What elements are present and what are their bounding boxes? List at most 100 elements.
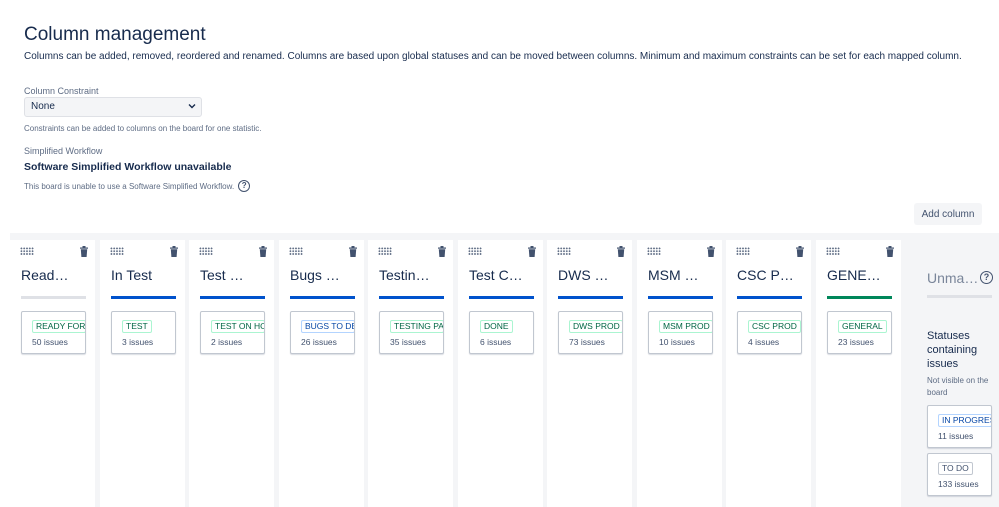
trash-icon[interactable] <box>706 246 716 257</box>
add-column-button[interactable]: Add column <box>914 203 982 225</box>
column-status-bar <box>558 296 623 299</box>
unmapped-column-title: Unma… <box>927 270 979 286</box>
issue-count: 3 issues <box>122 337 154 347</box>
drag-handle-icon[interactable] <box>110 247 124 255</box>
column-name[interactable]: Test … <box>200 267 244 283</box>
issue-count: 35 issues <box>390 337 426 347</box>
issue-count: 50 issues <box>32 337 68 347</box>
board-column[interactable]: Read… READY FOR T 50 issues <box>10 240 95 507</box>
status-lozenge: MSM PROD <box>659 320 712 333</box>
column-constraint-label: Column Constraint <box>24 86 99 96</box>
board-column[interactable]: DWS … DWS PROD 73 issues <box>547 240 632 507</box>
drag-handle-icon[interactable] <box>378 247 392 255</box>
unmapped-note: Not visible on the board <box>927 376 989 397</box>
column-status-bar <box>648 296 713 299</box>
column-status-bar <box>827 296 892 299</box>
status-card[interactable]: TO DO 133 issues <box>927 453 992 496</box>
trash-icon[interactable] <box>795 246 805 257</box>
trash-icon[interactable] <box>616 246 626 257</box>
board-column[interactable]: In Test TEST 3 issues <box>100 240 185 507</box>
board-column[interactable]: CSC P… CSC PROD 4 issues <box>726 240 811 507</box>
status-lozenge: DONE <box>480 320 513 333</box>
drag-handle-icon[interactable] <box>289 247 303 255</box>
board-column[interactable]: Bugs … BUGS TO DEV 26 issues <box>279 240 364 507</box>
board-column[interactable]: Test C… DONE 6 issues <box>458 240 543 507</box>
drag-handle-icon[interactable] <box>557 247 571 255</box>
status-card[interactable]: TEST ON HO 2 issues <box>200 311 265 354</box>
issue-count: 10 issues <box>659 337 695 347</box>
status-card[interactable]: DONE 6 issues <box>469 311 534 354</box>
issue-count: 23 issues <box>838 337 874 347</box>
trash-icon[interactable] <box>437 246 447 257</box>
unmapped-status-bar <box>927 295 992 298</box>
question-circle-icon[interactable]: ? <box>980 271 993 284</box>
column-status-bar <box>737 296 802 299</box>
board-column[interactable]: GENE… GENERAL 23 issues <box>816 240 901 507</box>
status-lozenge: BUGS TO DEV <box>301 320 354 333</box>
question-circle-icon[interactable]: ? <box>238 180 251 192</box>
column-name[interactable]: Testin… <box>379 267 430 283</box>
simplified-workflow-title: Software Simplified Workflow unavailable <box>24 161 232 173</box>
trash-icon[interactable] <box>169 246 179 257</box>
issue-count: 6 issues <box>480 337 512 347</box>
column-status-bar <box>200 296 265 299</box>
trash-icon[interactable] <box>79 246 89 257</box>
column-constraint-value: None <box>31 101 55 112</box>
unmapped-heading: Statuses containing issues <box>927 330 978 370</box>
status-card[interactable]: TESTING PAS 35 issues <box>379 311 444 354</box>
trash-icon[interactable] <box>885 246 895 257</box>
unmapped-statuses-column: Unma… ? Statuses containing issues Not v… <box>917 240 999 507</box>
status-card[interactable]: MSM PROD 10 issues <box>648 311 713 354</box>
drag-handle-icon[interactable] <box>20 247 34 255</box>
drag-handle-icon[interactable] <box>826 247 840 255</box>
status-lozenge: IN PROGRESS <box>938 414 991 427</box>
column-constraint-select[interactable]: None <box>24 97 202 117</box>
column-name[interactable]: CSC P… <box>737 267 794 283</box>
column-name[interactable]: GENE… <box>827 267 881 283</box>
status-card[interactable]: BUGS TO DEV 26 issues <box>290 311 355 354</box>
column-status-bar <box>379 296 444 299</box>
column-name[interactable]: Test C… <box>469 267 523 283</box>
status-lozenge: READY FOR T <box>32 320 85 333</box>
simplified-workflow-note-text: This board is unable to use a Software S… <box>24 181 235 191</box>
status-lozenge: TEST <box>122 320 152 333</box>
issue-count: 133 issues <box>938 479 979 489</box>
column-status-bar <box>290 296 355 299</box>
drag-handle-icon[interactable] <box>736 247 750 255</box>
column-name[interactable]: Read… <box>21 267 68 283</box>
status-card[interactable]: READY FOR T 50 issues <box>21 311 86 354</box>
status-card[interactable]: GENERAL 23 issues <box>827 311 892 354</box>
status-lozenge: CSC PROD <box>748 320 801 333</box>
trash-icon[interactable] <box>348 246 358 257</box>
constraint-help-text: Constraints can be added to columns on t… <box>24 124 262 133</box>
drag-handle-icon[interactable] <box>199 247 213 255</box>
board-column[interactable]: MSM … MSM PROD 10 issues <box>637 240 722 507</box>
status-lozenge: TO DO <box>938 462 973 475</box>
column-status-bar <box>21 296 86 299</box>
page-title: Column management <box>24 24 206 45</box>
column-board: Read… READY FOR T 50 issues In Test TEST… <box>10 233 999 507</box>
trash-icon[interactable] <box>258 246 268 257</box>
column-name[interactable]: DWS … <box>558 267 609 283</box>
status-lozenge: TESTING PAS <box>390 320 443 333</box>
status-card[interactable]: DWS PROD 73 issues <box>558 311 623 354</box>
drag-handle-icon[interactable] <box>647 247 661 255</box>
drag-handle-icon[interactable] <box>468 247 482 255</box>
column-name[interactable]: MSM … <box>648 267 699 283</box>
issue-count: 73 issues <box>569 337 605 347</box>
simplified-workflow-note: This board is unable to use a Software S… <box>24 180 251 192</box>
status-card[interactable]: TEST 3 issues <box>111 311 176 354</box>
board-column[interactable]: Test … TEST ON HO 2 issues <box>189 240 274 507</box>
status-card[interactable]: IN PROGRESS 11 issues <box>927 405 992 448</box>
trash-icon[interactable] <box>527 246 537 257</box>
status-lozenge: GENERAL <box>838 320 887 333</box>
board-column[interactable]: Testin… TESTING PAS 35 issues <box>368 240 453 507</box>
page-description: Columns can be added, removed, reordered… <box>24 51 962 62</box>
column-name[interactable]: In Test <box>111 267 152 283</box>
column-name[interactable]: Bugs … <box>290 267 340 283</box>
issue-count: 4 issues <box>748 337 780 347</box>
status-card[interactable]: CSC PROD 4 issues <box>737 311 802 354</box>
chevron-down-icon <box>188 104 196 109</box>
issue-count: 26 issues <box>301 337 337 347</box>
simplified-workflow-label: Simplified Workflow <box>24 146 103 156</box>
